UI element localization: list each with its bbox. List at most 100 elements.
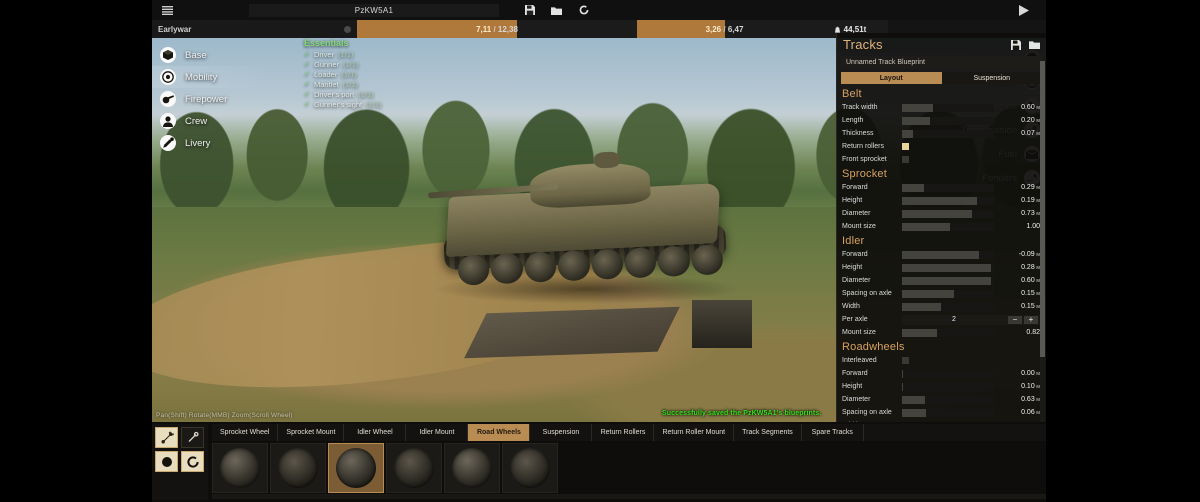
era-selector[interactable]: Earlywar — [152, 20, 357, 38]
property-slider[interactable] — [902, 369, 994, 378]
property-slider[interactable] — [902, 328, 994, 337]
check-icon: ✓ — [304, 81, 310, 88]
solid-shape-tool[interactable] — [155, 451, 178, 472]
stepper-minus-button[interactable]: − — [1008, 315, 1022, 324]
panel-header: Tracks — [837, 33, 1046, 56]
move-tool[interactable] — [155, 427, 178, 448]
reset-icon[interactable] — [578, 5, 589, 16]
tank-model[interactable] — [422, 138, 752, 318]
crew-meter: 3,26 / 6,47 — [637, 20, 812, 38]
property-label: Diameter — [842, 277, 871, 284]
panel-scrollbar-thumb[interactable] — [1040, 61, 1045, 357]
value-number: 0.73 — [1021, 210, 1035, 217]
category-nav-left: Base Mobility Firepower Crew Livery — [152, 44, 272, 154]
check-icon: ✓ — [304, 51, 310, 58]
property-label: Return rollers — [842, 143, 885, 150]
property-row: Thickness 0.07 м — [837, 127, 1046, 140]
nav-item-base[interactable]: Base — [152, 44, 272, 66]
panel-tab-layout[interactable]: Layout — [841, 72, 942, 84]
save-icon[interactable] — [1010, 39, 1022, 51]
parts-tab-track-segments[interactable]: Track Segments — [734, 424, 802, 441]
blueprint-name-field[interactable]: Unnamed Track Blueprint — [841, 56, 1042, 69]
property-value: 0.60 м — [998, 277, 1040, 284]
property-label: Forward — [842, 251, 868, 258]
slider-fill — [902, 116, 930, 125]
property-slider[interactable] — [902, 382, 994, 391]
property-checkbox[interactable] — [902, 357, 909, 364]
section-title-belt: Belt — [842, 88, 862, 100]
panel-tab-suspension[interactable]: Suspension — [941, 72, 1042, 84]
property-slider[interactable] — [902, 222, 994, 231]
wheel-preview — [510, 448, 550, 488]
circle-icon[interactable] — [344, 25, 351, 33]
stepper-plus-button[interactable]: + — [1024, 315, 1038, 324]
property-checkbox[interactable] — [902, 156, 909, 163]
property-stepper[interactable]: 2 −+ — [902, 314, 1040, 325]
open-folder-icon[interactable] — [551, 5, 562, 16]
nav-item-crew[interactable]: Crew — [152, 110, 272, 132]
parts-scrollbar[interactable] — [212, 494, 1046, 499]
property-row: Mount size 1.00 — [837, 220, 1046, 233]
slider-fill — [902, 183, 925, 192]
part-thumbnail-roadwheel-solid[interactable] — [212, 443, 268, 493]
property-slider[interactable] — [902, 129, 994, 138]
property-label: Diameter — [842, 396, 871, 403]
property-row: Diameter 0.63 м — [837, 393, 1046, 406]
property-checkbox[interactable] — [902, 143, 909, 150]
property-slider[interactable] — [902, 116, 994, 125]
parts-tab-sprocket-mount[interactable]: Sprocket Mount — [278, 424, 345, 441]
value-number: 0.82 — [1026, 329, 1040, 336]
slider-fill — [902, 250, 980, 259]
cost-meter: 7,11 / 12,38 — [357, 20, 637, 38]
property-slider[interactable] — [902, 250, 994, 259]
part-thumbnail-roadwheel-dished[interactable] — [502, 443, 558, 493]
wheel-preview — [220, 448, 260, 488]
play-icon[interactable] — [1018, 4, 1030, 16]
value-number: 0.60 — [1021, 277, 1035, 284]
property-slider[interactable] — [902, 183, 994, 192]
essential-item: ✓ Loader (1/1) — [304, 69, 434, 79]
parts-tab-suspension[interactable]: Suspension — [530, 424, 593, 441]
era-label: Earlywar — [158, 24, 192, 34]
property-label: Height — [842, 197, 863, 204]
vehicle-name-field[interactable]: PzKW5A1 — [249, 3, 499, 17]
property-slider[interactable] — [902, 276, 994, 285]
property-value: 1.00 — [998, 223, 1040, 230]
property-value: 0.06 м — [998, 409, 1040, 416]
parts-tab-spare-tracks[interactable]: Spare Tracks — [802, 424, 864, 441]
property-slider[interactable] — [902, 289, 994, 298]
part-thumbnail-roadwheel-bolted[interactable] — [270, 443, 326, 493]
property-row: Front sprocket — [837, 153, 1046, 166]
nav-item-firepower[interactable]: Firepower — [152, 88, 272, 110]
property-label: Forward — [842, 184, 868, 191]
property-slider[interactable] — [902, 209, 994, 218]
property-value: 0.19 м — [998, 197, 1040, 204]
parts-tab-idler-mount[interactable]: Idler Mount — [406, 424, 469, 441]
property-slider[interactable] — [902, 395, 994, 404]
parts-tab-sprocket-wheel[interactable]: Sprocket Wheel — [212, 424, 279, 441]
rotate-shape-tool[interactable] — [181, 451, 204, 472]
parts-tab-idler-wheel[interactable]: Idler Wheel — [344, 424, 407, 441]
hamburger-icon[interactable] — [152, 0, 182, 20]
value-number: -0.09 — [1018, 251, 1035, 258]
property-slider[interactable] — [902, 196, 994, 205]
parts-tab-road-wheels[interactable]: Road Wheels — [468, 424, 531, 441]
parts-tab-return-roller-mount[interactable]: Return Roller Mount — [654, 424, 735, 441]
part-thumbnail-roadwheel-multi-spoke[interactable] — [444, 443, 500, 493]
attach-tool[interactable] — [181, 427, 204, 448]
nav-item-livery[interactable]: Livery — [152, 132, 272, 154]
save-icon[interactable] — [524, 5, 535, 16]
open-folder-icon[interactable] — [1028, 39, 1040, 51]
part-thumbnail-roadwheel-riveted[interactable] — [386, 443, 442, 493]
nav-item-mobility[interactable]: Mobility — [152, 66, 272, 88]
property-label: Track width — [842, 104, 878, 111]
property-slider[interactable] — [902, 103, 994, 112]
property-slider[interactable] — [902, 302, 994, 311]
part-thumbnail-roadwheel-spoked[interactable] — [328, 443, 384, 493]
value-number: 0.60 — [1021, 104, 1035, 111]
nav-item-label: Mobility — [185, 71, 218, 83]
tool-palette — [152, 424, 208, 500]
parts-tab-return-rollers[interactable]: Return Rollers — [592, 424, 655, 441]
property-slider[interactable] — [902, 263, 994, 272]
property-slider[interactable] — [902, 408, 994, 417]
